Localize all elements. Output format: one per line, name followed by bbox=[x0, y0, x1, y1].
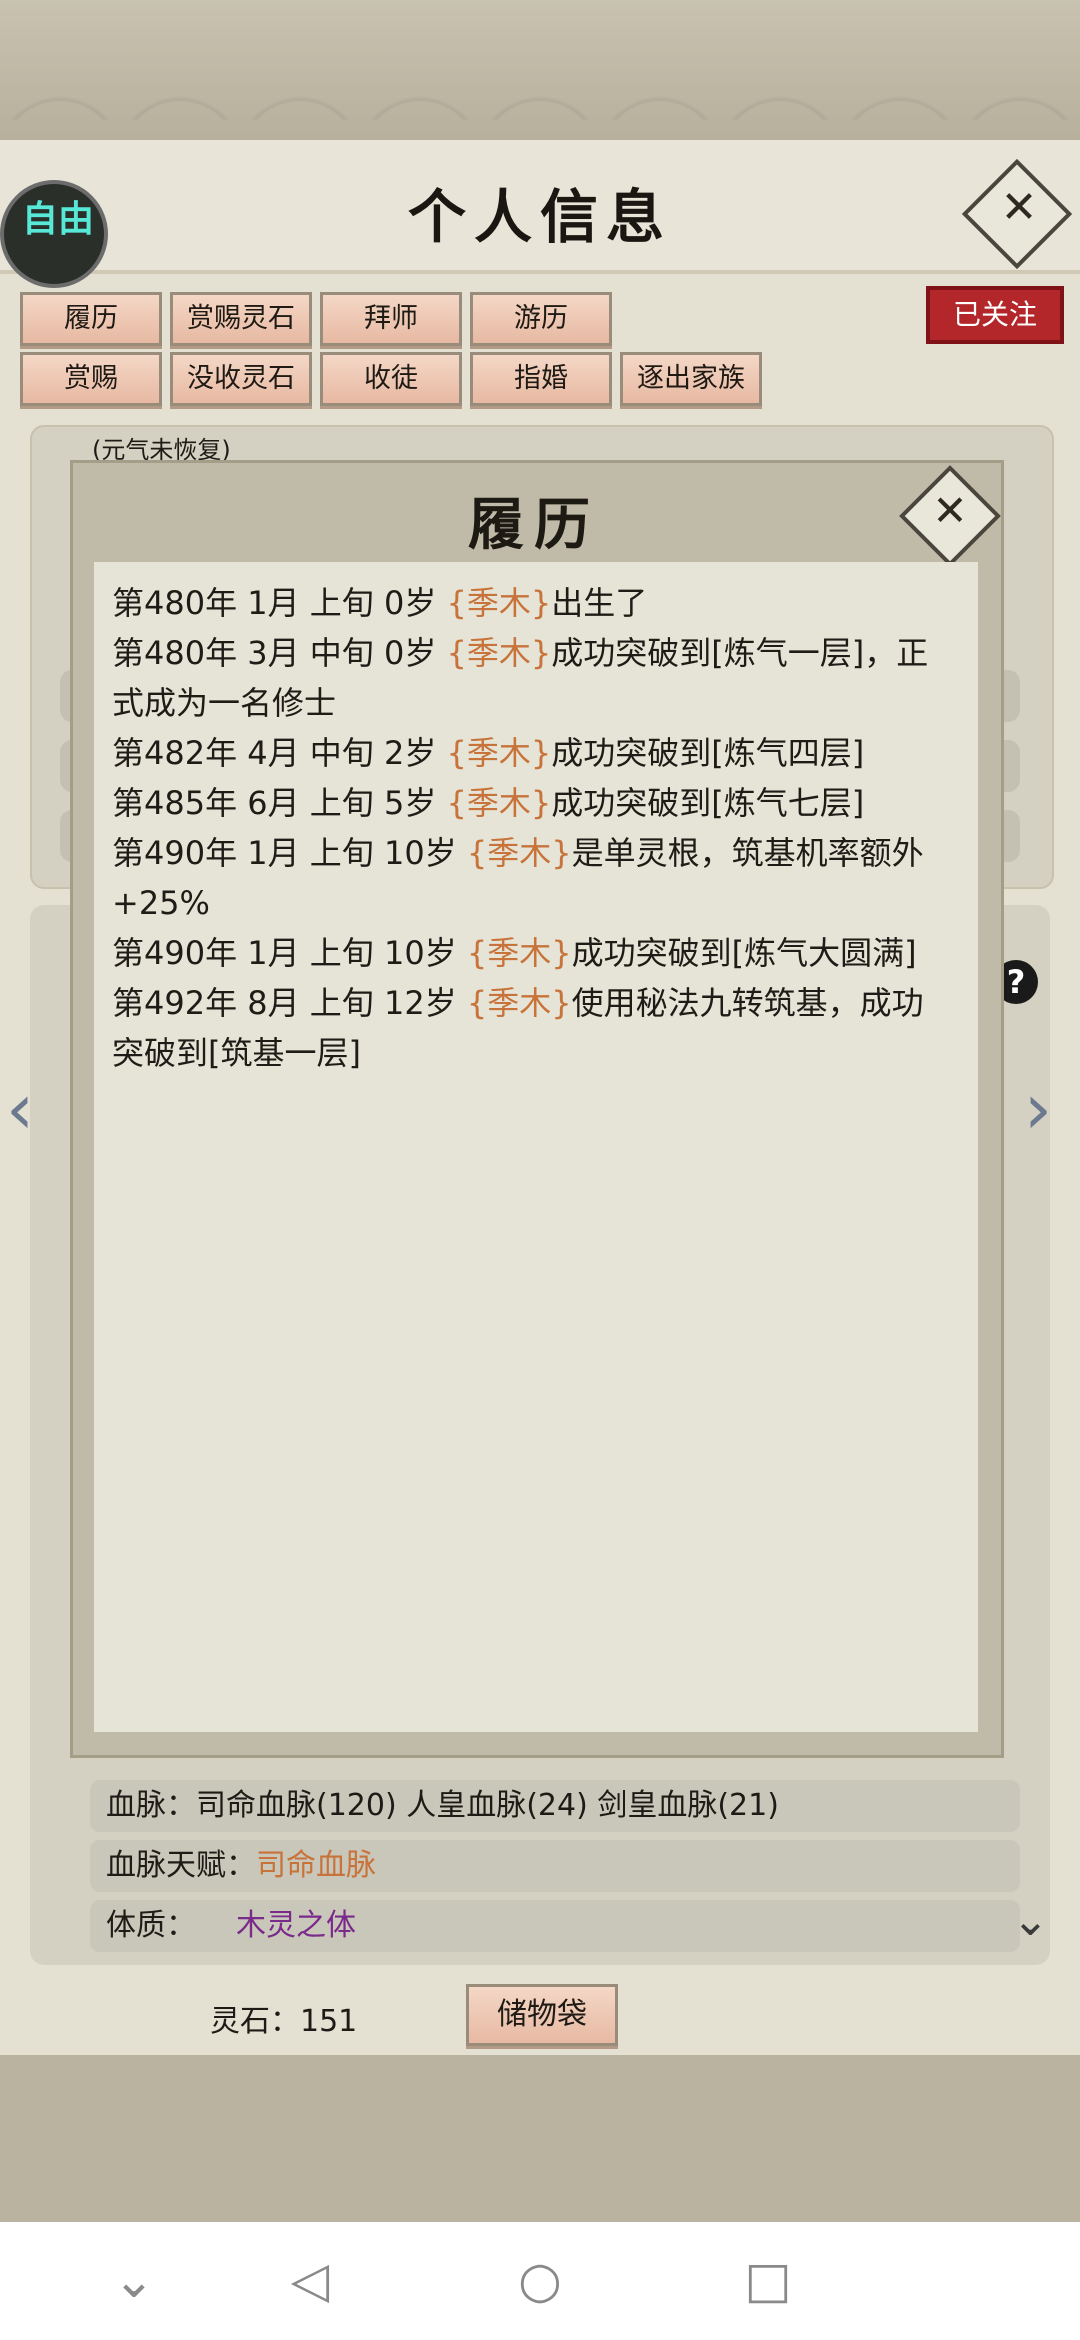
physique-label: 体质： bbox=[106, 1908, 196, 1943]
entry-name: {季木} bbox=[466, 834, 572, 872]
physique-value: 木灵之体 bbox=[236, 1908, 356, 1943]
history-entry: 第490年 1月 上旬 10岁 {季木}成功突破到[炼气大圆满] bbox=[112, 928, 942, 978]
history-entry: 第480年 1月 上旬 0岁 {季木}出生了 bbox=[112, 578, 942, 628]
close-icon: ✕ bbox=[932, 486, 968, 535]
entry-name: {季木} bbox=[466, 934, 572, 972]
nav-recents-icon[interactable]: □ bbox=[738, 2250, 798, 2310]
bloodline-label: 血脉： bbox=[106, 1788, 196, 1823]
bloodline-talent-row: 血脉天赋：司命血脉 bbox=[90, 1840, 1020, 1892]
spirit-stones-count: 灵石：151 bbox=[210, 2004, 358, 2039]
follow-status-badge[interactable]: 已关注 bbox=[930, 290, 1060, 340]
history-entry: 第485年 6月 上旬 5岁 {季木}成功突破到[炼气七层] bbox=[112, 778, 942, 828]
entry-name: {季木} bbox=[446, 734, 552, 772]
btn-take-master[interactable]: 拜师 bbox=[320, 292, 462, 346]
entry-name: {季木} bbox=[446, 584, 552, 622]
modal-title: 履历 bbox=[468, 492, 600, 558]
history-entry: 第482年 4月 中旬 2岁 {季木}成功突破到[炼气四层] bbox=[112, 728, 942, 778]
bloodline-talent-value: 司命血脉 bbox=[256, 1848, 376, 1883]
storage-bag-button[interactable]: 储物袋 bbox=[466, 1984, 618, 2046]
history-entry: 第490年 1月 上旬 10岁 {季木}是单灵根，筑基机率额外+25% bbox=[112, 828, 942, 928]
entry-name: {季木} bbox=[466, 984, 572, 1022]
entry-date: 第492年 8月 上旬 12岁 bbox=[112, 984, 467, 1022]
bloodline-value: 司命血脉(120) 人皇血脉(24) 剑皇血脉(21) bbox=[196, 1788, 779, 1823]
btn-travel[interactable]: 游历 bbox=[470, 292, 612, 346]
bottom-band bbox=[0, 2055, 1080, 2222]
nav-home-icon[interactable]: ○ bbox=[510, 2250, 570, 2310]
entry-date: 第480年 3月 中旬 0岁 bbox=[112, 634, 447, 672]
entry-text: 成功突破到[炼气四层] bbox=[551, 734, 865, 772]
history-list: 第480年 1月 上旬 0岁 {季木}出生了 第480年 3月 中旬 0岁 {季… bbox=[112, 578, 942, 1078]
entry-date: 第482年 4月 中旬 2岁 bbox=[112, 734, 447, 772]
entry-date: 第485年 6月 上旬 5岁 bbox=[112, 784, 447, 822]
bloodline-row: 血脉：司命血脉(120) 人皇血脉(24) 剑皇血脉(21) bbox=[90, 1780, 1020, 1832]
chevron-right-icon[interactable]: › bbox=[1024, 1068, 1052, 1150]
nav-hide-icon[interactable]: ⌄ bbox=[104, 2250, 164, 2310]
bloodline-talent-label: 血脉天赋： bbox=[106, 1848, 256, 1883]
entry-name: {季木} bbox=[446, 634, 552, 672]
entry-text: 成功突破到[炼气七层] bbox=[551, 784, 865, 822]
btn-arrange-marriage[interactable]: 指婚 bbox=[470, 352, 612, 406]
entry-text: 成功突破到[炼气大圆满] bbox=[571, 934, 917, 972]
entry-text: 出生了 bbox=[551, 584, 648, 622]
history-entry: 第492年 8月 上旬 12岁 {季木}使用秘法九转筑基，成功突破到[筑基一层] bbox=[112, 978, 942, 1078]
btn-history[interactable]: 履历 bbox=[20, 292, 162, 346]
btn-confiscate-stones[interactable]: 没收灵石 bbox=[170, 352, 312, 406]
btn-expel-family[interactable]: 逐出家族 bbox=[620, 352, 762, 406]
btn-reward[interactable]: 赏赐 bbox=[20, 352, 162, 406]
physique-row: 体质： 木灵之体 bbox=[90, 1900, 1020, 1952]
btn-take-disciple[interactable]: 收徒 bbox=[320, 352, 462, 406]
entry-date: 第480年 1月 上旬 0岁 bbox=[112, 584, 447, 622]
chevron-left-icon[interactable]: ‹ bbox=[6, 1068, 34, 1150]
page-title: 个人信息 bbox=[407, 183, 672, 251]
btn-reward-stones[interactable]: 赏赐灵石 bbox=[170, 292, 312, 346]
history-entry: 第480年 3月 中旬 0岁 {季木}成功突破到[炼气一层]，正式成为一名修士 bbox=[112, 628, 942, 728]
close-icon: ✕ bbox=[1000, 182, 1038, 233]
double-chevron-down-icon[interactable]: ⌄ bbox=[1012, 1895, 1049, 1946]
top-decoration bbox=[0, 0, 1080, 140]
entry-date: 第490年 1月 上旬 10岁 bbox=[112, 934, 467, 972]
nav-back-icon[interactable]: ◁ bbox=[280, 2250, 340, 2310]
entry-name: {季木} bbox=[446, 784, 552, 822]
entry-date: 第490年 1月 上旬 10岁 bbox=[112, 834, 467, 872]
